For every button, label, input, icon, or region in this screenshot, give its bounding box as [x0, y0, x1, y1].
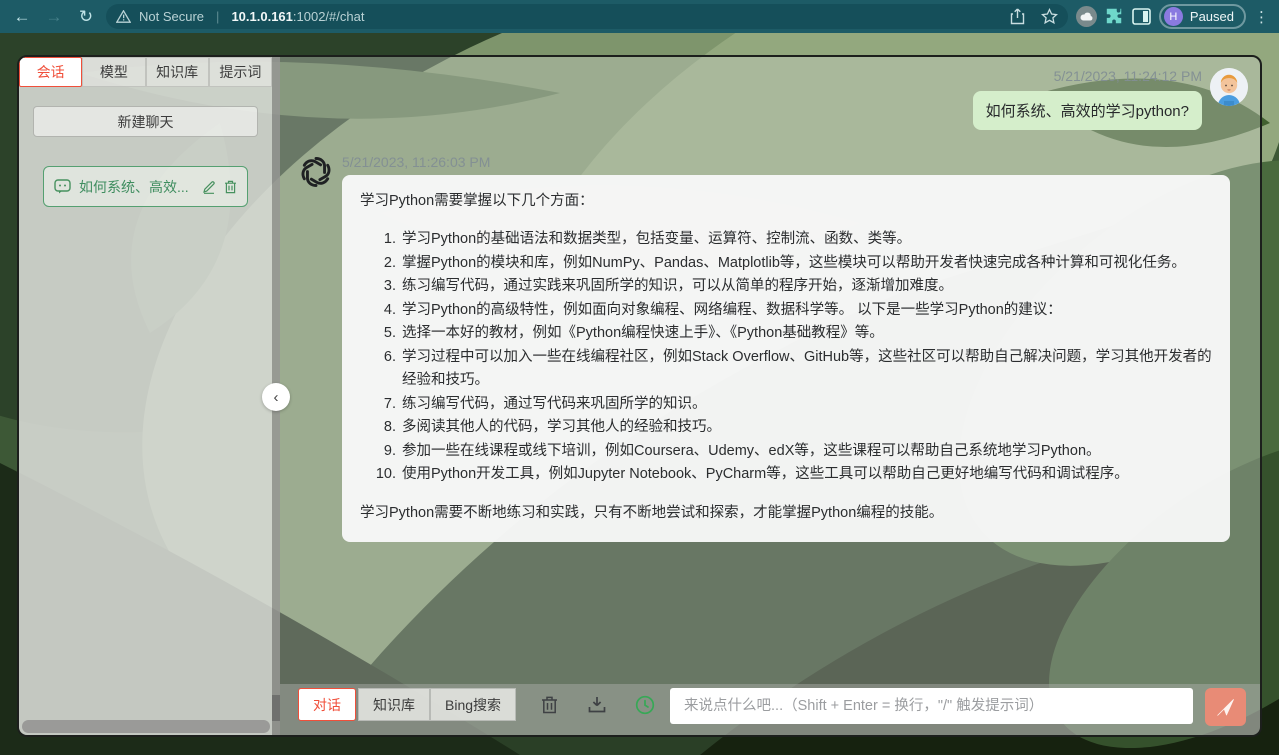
assistant-list-item: 学习Python的高级特性，例如面向对象编程、网络编程、数据科学等。 以下是一些…	[400, 299, 1212, 322]
url-host: 10.1.0.161	[231, 9, 292, 24]
page-background: 会话 模型 知识库 提示词 新建聊天 如何系统、高效...	[0, 33, 1279, 755]
mode-tab-bing-search[interactable]: Bing搜索	[430, 688, 516, 721]
sidebar-horizontal-scrollbar[interactable]	[22, 720, 270, 733]
assistant-message-timestamp: 5/21/2023, 11:26:03 PM	[342, 154, 1230, 170]
mode-tab-dialogue[interactable]: 对话	[298, 688, 356, 721]
history-clock-icon[interactable]	[634, 688, 656, 721]
extensions-puzzle-icon[interactable]	[1105, 7, 1124, 26]
security-label: Not Secure	[139, 9, 204, 24]
edit-pencil-icon[interactable]	[202, 180, 216, 194]
url-separator: |	[216, 9, 219, 24]
share-icon[interactable]	[1010, 8, 1025, 25]
assistant-message-row: 5/21/2023, 11:26:03 PM 学习Python需要掌握以下几个方…	[280, 130, 1260, 542]
assistant-list-item: 选择一本好的教材，例如《Python编程快速上手》、《Python基础教程》等。	[400, 322, 1212, 345]
new-chat-button[interactable]: 新建聊天	[33, 106, 258, 137]
message-input[interactable]	[670, 688, 1193, 724]
profile-status-label: Paused	[1190, 9, 1234, 24]
app-window: 会话 模型 知识库 提示词 新建聊天 如何系统、高效...	[17, 55, 1262, 737]
screen: ← → ↻ Not Secure | 10.1.0.161:1002/#/cha…	[0, 0, 1279, 755]
tab-models[interactable]: 模型	[82, 57, 145, 87]
message-bubble-icon	[54, 179, 71, 194]
assistant-list-item: 练习编写代码，通过实践来巩固所学的知识，可以从简单的程序开始，逐渐增加难度。	[400, 275, 1212, 298]
composer-bar: 对话 知识库 Bing搜索	[280, 684, 1260, 735]
tab-prompts[interactable]: 提示词	[209, 57, 272, 87]
tab-knowledge-base[interactable]: 知识库	[146, 57, 209, 87]
sidebar-divider: ‹	[272, 57, 280, 735]
export-download-icon[interactable]	[586, 688, 608, 721]
chat-list-item[interactable]: 如何系统、高效...	[43, 166, 248, 207]
assistant-list-item: 学习过程中可以加入一些在线编程社区，例如Stack Overflow、GitHu…	[400, 346, 1212, 393]
divider-scrollbar-thumb[interactable]	[272, 695, 280, 721]
assistant-outro-paragraph: 学习Python需要不断地练习和实践，只有不断地尝试和探索，才能掌握Python…	[360, 502, 1212, 525]
user-message-timestamp: 5/21/2023, 11:24:12 PM	[1054, 68, 1202, 84]
assistant-list-item: 参加一些在线课程或线下培训，例如Coursera、Udemy、edX等，这些课程…	[400, 440, 1212, 463]
chat-main-area: 5/21/2023, 11:24:12 PM 如何系统、高效的学习python?	[280, 57, 1260, 735]
user-message-bubble: 如何系统、高效的学习python?	[973, 91, 1202, 130]
forward-icon[interactable]: →	[42, 5, 66, 29]
assistant-list-item: 练习编写代码，通过写代码来巩固所学的知识。	[400, 393, 1212, 416]
user-message-row: 5/21/2023, 11:24:12 PM 如何系统、高效的学习python?	[280, 57, 1260, 130]
reload-icon[interactable]: ↻	[74, 5, 98, 29]
assistant-list-item: 多阅读其他人的代码，学习其他人的经验和技巧。	[400, 416, 1212, 439]
sidebar: 会话 模型 知识库 提示词 新建聊天 如何系统、高效...	[19, 57, 272, 735]
delete-trash-icon[interactable]	[224, 180, 237, 194]
assistant-list-item: 使用Python开发工具，例如Jupyter Notebook、PyCharm等…	[400, 463, 1212, 486]
send-button[interactable]	[1205, 688, 1246, 726]
collapse-sidebar-button[interactable]: ‹	[262, 383, 290, 411]
assistant-intro-paragraph: 学习Python需要掌握以下几个方面：	[360, 190, 1212, 213]
tab-conversations[interactable]: 会话	[19, 57, 82, 87]
not-secure-warning-icon	[116, 10, 131, 23]
url-text: 10.1.0.161:1002/#/chat	[231, 9, 364, 24]
sidebar-tab-bar: 会话 模型 知识库 提示词	[19, 57, 272, 87]
assistant-list-item: 掌握Python的模块和库，例如NumPy、Pandas、Matplotlib等…	[400, 252, 1212, 275]
side-panel-icon[interactable]	[1132, 8, 1151, 25]
browser-profile-chip[interactable]: H Paused	[1159, 4, 1246, 29]
assistant-list-item: 学习Python的基础语法和数据类型，包括变量、运算符、控制流、函数、类等。	[400, 228, 1212, 251]
clear-trash-icon[interactable]	[538, 688, 560, 721]
chat-item-title: 如何系统、高效...	[79, 177, 194, 197]
assistant-message-panel: 学习Python需要掌握以下几个方面： 学习Python的基础语法和数据类型，包…	[342, 175, 1230, 542]
user-avatar	[1210, 68, 1248, 106]
back-icon[interactable]: ←	[10, 5, 34, 29]
assistant-avatar openai-logo-icon	[298, 154, 334, 190]
assistant-numbered-list: 学习Python的基础语法和数据类型，包括变量、运算符、控制流、函数、类等。掌握…	[360, 228, 1212, 486]
chevron-left-icon: ‹	[274, 389, 279, 406]
profile-avatar: H	[1164, 7, 1183, 26]
paper-plane-icon	[1216, 698, 1235, 717]
url-path: :1002/#/chat	[293, 9, 365, 24]
bookmark-star-icon[interactable]	[1041, 8, 1058, 25]
address-bar[interactable]: Not Secure | 10.1.0.161:1002/#/chat	[106, 4, 1068, 29]
cloud-extension-icon[interactable]	[1076, 6, 1097, 27]
browser-menu-kebab-icon[interactable]: ⋮	[1254, 8, 1269, 26]
mode-tab-knowledge-base[interactable]: 知识库	[358, 688, 430, 721]
browser-toolbar: ← → ↻ Not Secure | 10.1.0.161:1002/#/cha…	[0, 0, 1279, 33]
